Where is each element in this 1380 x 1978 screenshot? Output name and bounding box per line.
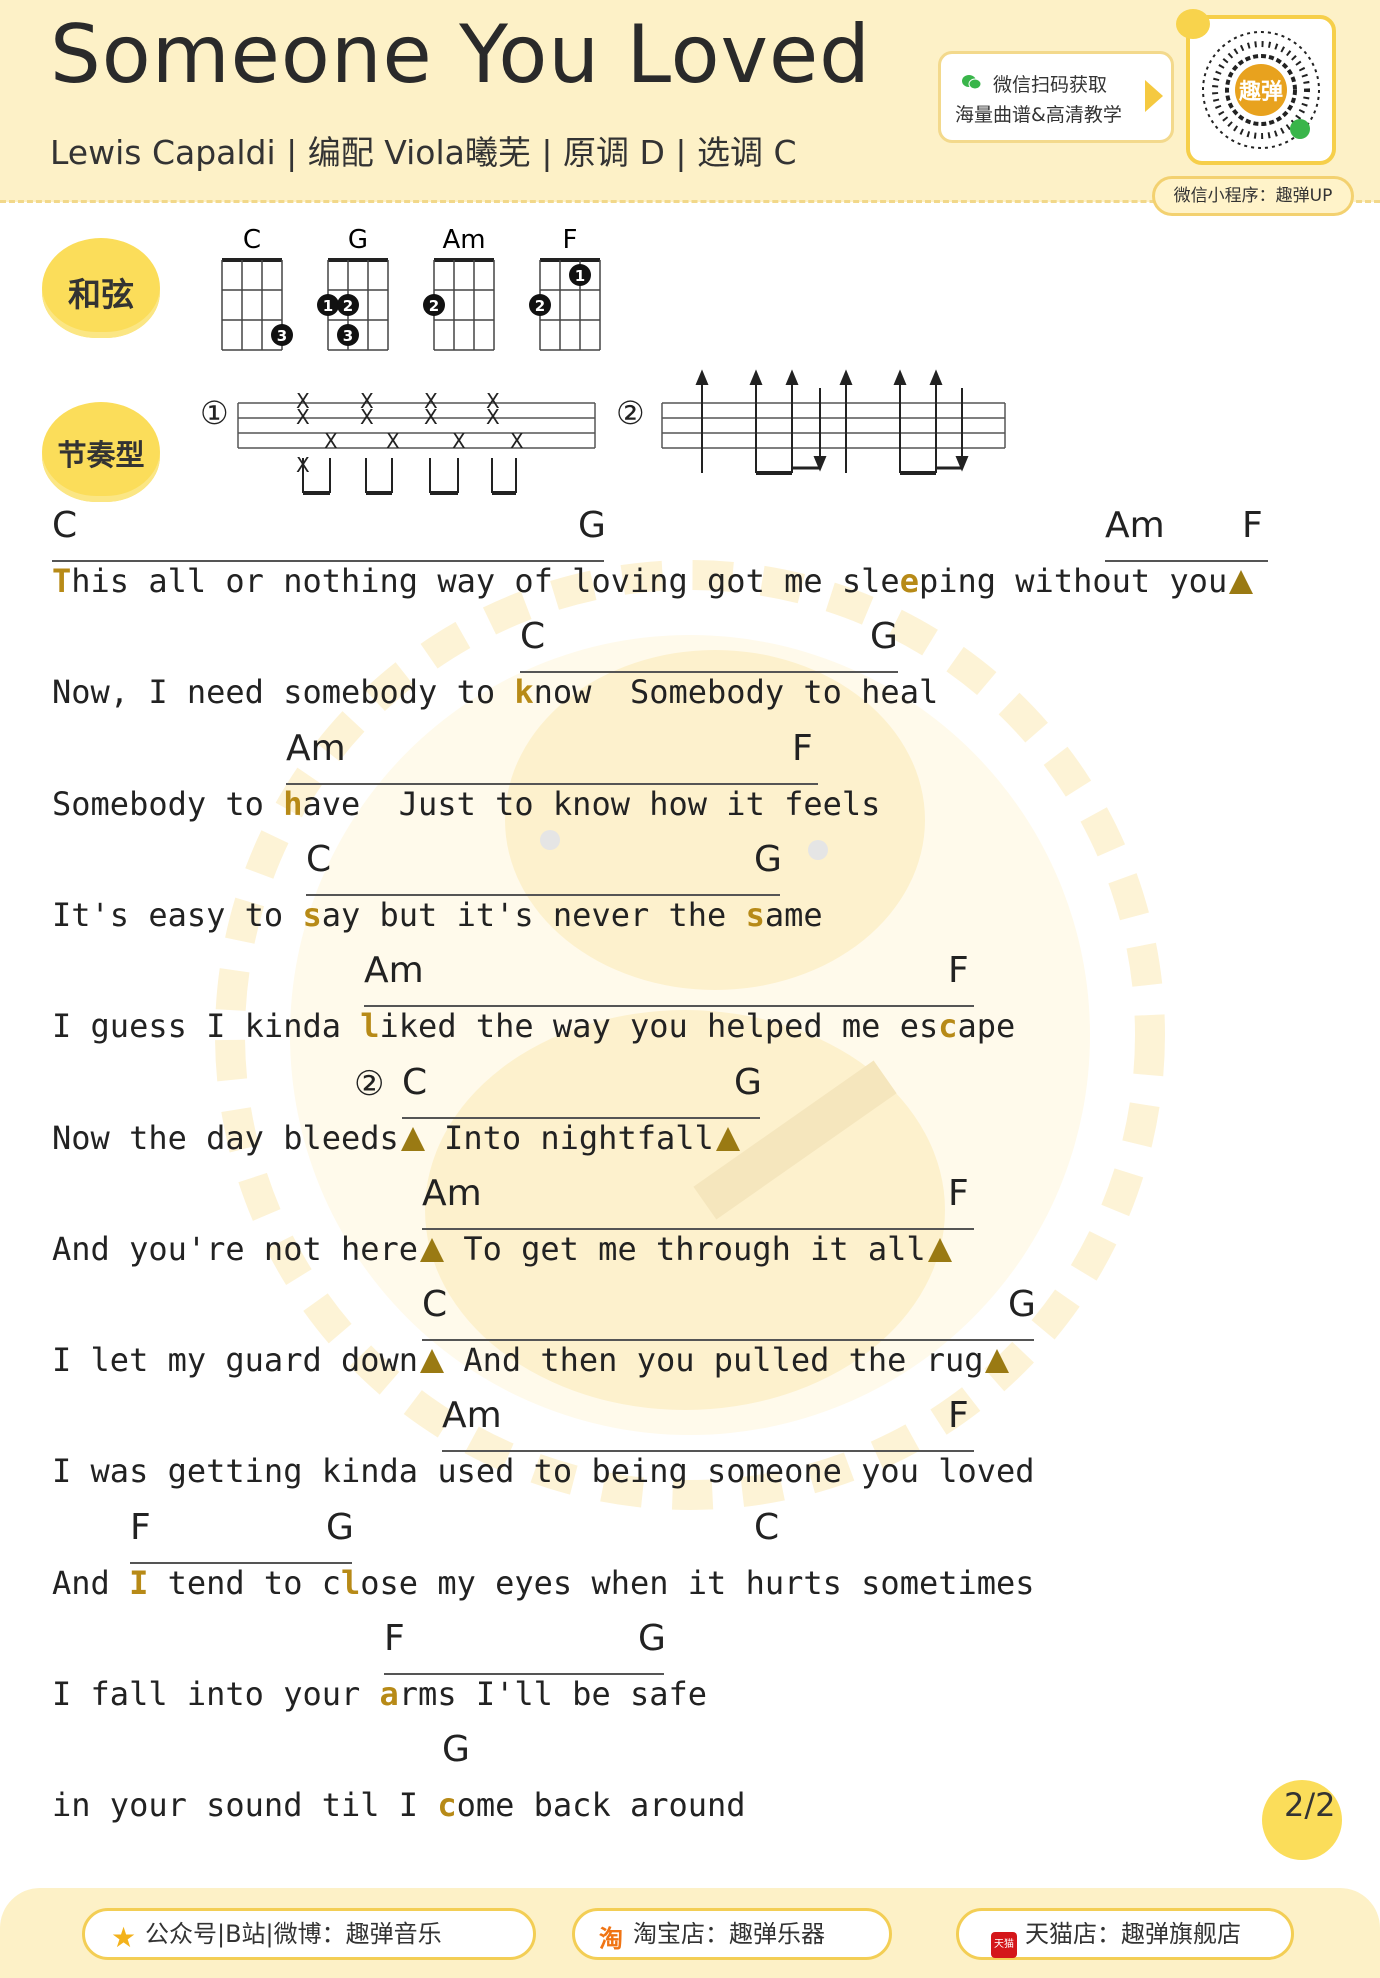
chord-label: F (948, 1395, 969, 1437)
lyric-line: It's easy to say but it's never the same (52, 895, 823, 934)
rhythm-marker: ② (354, 1063, 385, 1104)
chord-label: G (1008, 1284, 1036, 1326)
chord-label: Am (422, 1172, 482, 1214)
page-number-badge: 2/2 (1262, 1780, 1342, 1860)
lyric-line: I let my guard down And then you pulled … (52, 1341, 1010, 1379)
strum-marker-icon (400, 1126, 425, 1151)
chord-label: C (402, 1061, 428, 1103)
page-number: 2/2 (1284, 1786, 1336, 1824)
lyric-line: in your sound til I come back around (52, 1786, 746, 1825)
lyric-line: I guess I kinda liked the way you helped… (52, 1007, 1016, 1046)
chord-label: F (948, 950, 969, 992)
footer-tmall-text: 天猫店：趣弹旗舰店 (1025, 1920, 1241, 1948)
chord-label: F (130, 1506, 151, 1548)
chord-label: F (792, 727, 813, 769)
chord-label: C (306, 838, 332, 880)
chord-label: F (384, 1618, 405, 1659)
strum-marker-icon (420, 1349, 445, 1374)
chord-label: Am (364, 950, 424, 992)
strum-marker-icon (927, 1237, 952, 1262)
lyric-line: And you're not here To get me through it… (52, 1230, 952, 1268)
strum-marker-icon (420, 1237, 445, 1262)
chord-label: C (754, 1506, 780, 1548)
chord-label: G (638, 1618, 666, 1659)
lyric-line: I was getting kinda used to being someon… (52, 1452, 1035, 1491)
lyric-line: And I tend to close my eyes when it hurt… (52, 1563, 1035, 1602)
song-sheet: C G Am F This all or nothing way of loving g… (0, 0, 1380, 1900)
strum-marker-icon (985, 1349, 1010, 1374)
tmall-icon: 天猫 (991, 1932, 1017, 1958)
chord-label: C (520, 616, 546, 658)
chord-label: Am (1105, 505, 1165, 546)
footer-taobao-text: 淘宝店：趣弹乐器 (633, 1920, 825, 1948)
chord-label: G (442, 1729, 470, 1771)
chord-label: C (422, 1284, 448, 1326)
lyric-line: Now, I need somebody to know Somebody to… (52, 673, 939, 712)
footer-social-text: 公众号|B站|微博：趣弹音乐 (145, 1920, 442, 1948)
footer-tmall-pill[interactable]: 天猫 天猫店：趣弹旗舰店 (956, 1908, 1294, 1960)
lyric-line: Now the day bleeds Into nightfall (52, 1119, 740, 1157)
lyric-line: This all or nothing way of loving got me… (52, 562, 1254, 600)
strum-marker-icon (1229, 570, 1254, 594)
chord-label: G (754, 838, 782, 880)
chord-label: Am (286, 727, 346, 769)
chord-label: G (870, 616, 898, 658)
chord-label: Am (442, 1395, 502, 1437)
strum-marker-icon (715, 1126, 740, 1151)
chord-label: F (1242, 505, 1263, 546)
lyric-line: Somebody to have Just to know how it fee… (52, 784, 881, 823)
chord-label: C (52, 505, 78, 546)
footer-taobao-pill[interactable]: 淘淘宝店：趣弹乐器 (572, 1908, 892, 1960)
taobao-icon: 淘 (599, 1925, 623, 1953)
chord-label: G (734, 1061, 762, 1103)
lyric-line: I fall into your arms I'll be safe (52, 1675, 708, 1713)
chord-label: G (578, 505, 606, 546)
chord-label: F (948, 1172, 969, 1214)
star-icon: ★ (111, 1921, 137, 1954)
footer-social-pill[interactable]: ★ 公众号|B站|微博：趣弹音乐 (82, 1908, 536, 1960)
chord-label: G (326, 1506, 354, 1548)
